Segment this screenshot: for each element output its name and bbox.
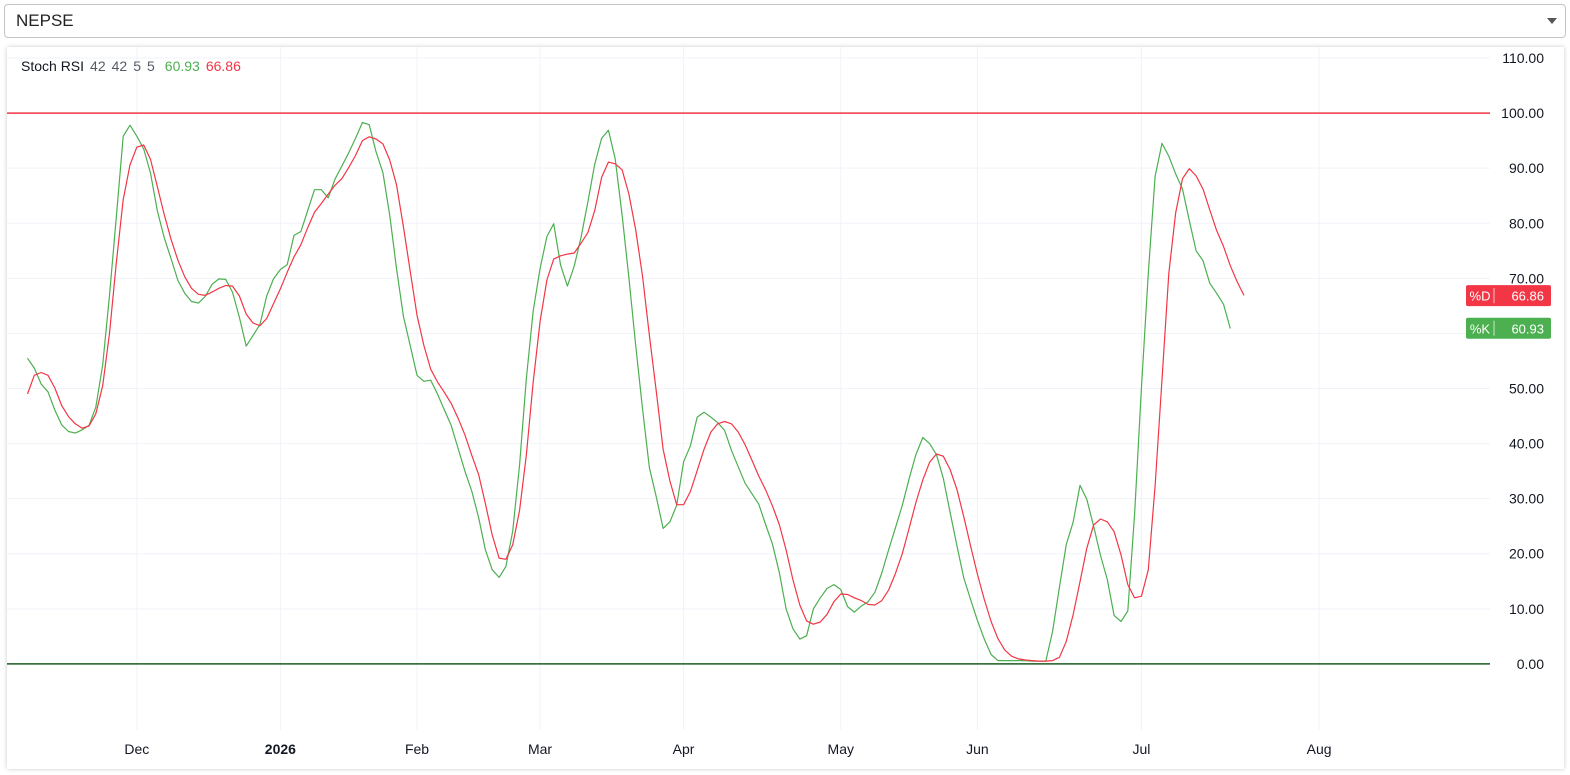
- legend-indicator-name: Stoch RSI: [21, 58, 85, 74]
- y-tick-label: 0.00: [1517, 656, 1544, 672]
- y-tick-label: 40.00: [1509, 436, 1544, 452]
- indicator-legend: Stoch RSI 42 42 5 5 60.93 66.86: [21, 58, 241, 74]
- y-tick-label: 100.00: [1501, 105, 1544, 121]
- symbol-select[interactable]: NEPSE: [4, 4, 1566, 38]
- x-tick-label: Mar: [528, 741, 552, 757]
- chevron-down-icon[interactable]: [1547, 18, 1557, 24]
- y-tick-label: 80.00: [1509, 215, 1544, 231]
- legend-d-value: 66.86: [205, 58, 241, 74]
- y-tick-label: 90.00: [1509, 160, 1544, 176]
- x-tick-label: Dec: [124, 741, 149, 757]
- x-tick-label: Aug: [1307, 741, 1332, 757]
- y-tick-label: 30.00: [1509, 491, 1544, 507]
- legend-param: 5: [146, 58, 155, 74]
- stoch-rsi-chart[interactable]: 110.00100.0090.0080.0070.0060.0050.0040.…: [7, 47, 1564, 769]
- badge-value: 60.93: [1511, 321, 1544, 336]
- y-tick-label: 110.00: [1502, 50, 1544, 66]
- legend-param: 5: [133, 58, 141, 74]
- symbol-select-value: NEPSE: [16, 11, 74, 30]
- badge-value: 66.86: [1511, 289, 1544, 304]
- legend-k-value: 60.93: [164, 58, 200, 74]
- series-line-d: [26, 136, 1245, 662]
- x-tick-label: Jun: [966, 741, 989, 757]
- y-tick-label: 70.00: [1509, 270, 1544, 286]
- x-tick-label: 2026: [265, 741, 296, 757]
- x-tick-label: Feb: [405, 741, 429, 757]
- legend-param: 42: [111, 58, 128, 74]
- y-tick-label: 20.00: [1509, 546, 1544, 562]
- x-tick-label: Apr: [673, 741, 695, 757]
- legend-param: 42: [90, 58, 106, 74]
- x-tick-label: Jul: [1133, 741, 1151, 757]
- badge-series-label: %D: [1470, 289, 1491, 304]
- x-tick-label: May: [828, 741, 854, 757]
- y-tick-label: 10.00: [1509, 601, 1544, 617]
- y-tick-label: 50.00: [1509, 381, 1544, 397]
- badge-series-label: %K: [1470, 321, 1491, 336]
- chart-panel[interactable]: 110.00100.0090.0080.0070.0060.0050.0040.…: [7, 47, 1564, 769]
- series-line-k: [27, 121, 1231, 662]
